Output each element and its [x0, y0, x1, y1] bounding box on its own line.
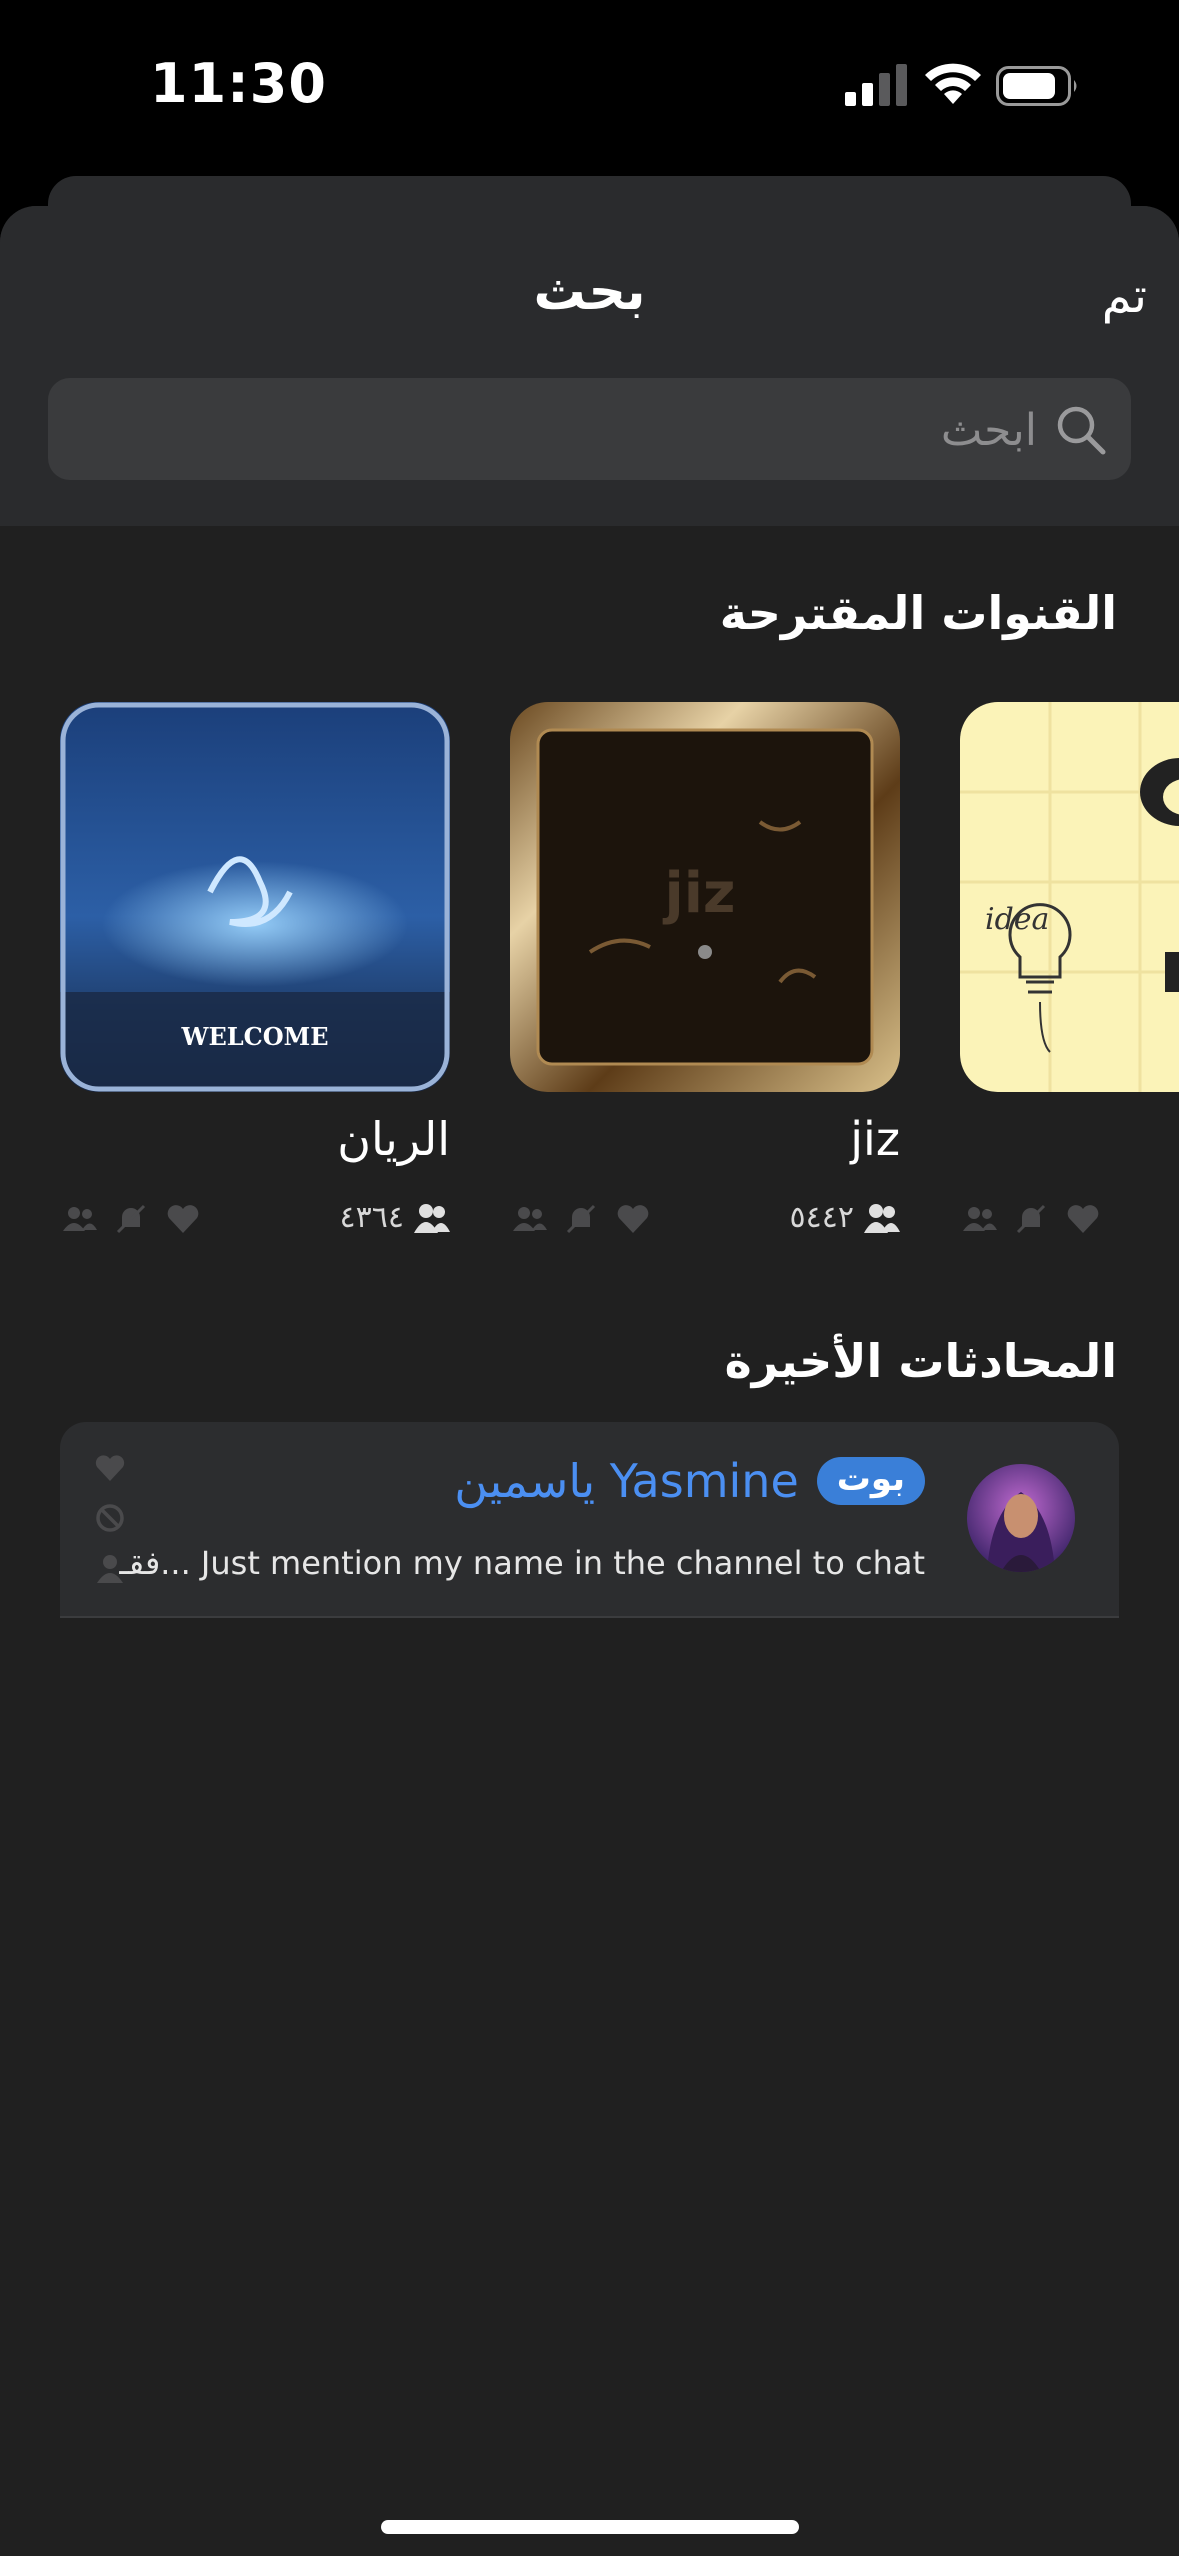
heart-icon	[617, 1205, 649, 1233]
search-sheet: بحث تم القنوات المقترحة	[0, 206, 1179, 2556]
member-count: ٤٣٦٤	[340, 1200, 450, 1235]
chat-title-row: بوت Yasmine ياسمين	[454, 1454, 925, 1508]
chat-row-yasmine[interactable]: بوت Yasmine ياسمين فقـ... Just mention m…	[60, 1422, 1119, 1618]
member-count: ٥٤٤٢	[790, 1200, 900, 1235]
suggested-channels-title: القنوات المقترحة	[719, 586, 1117, 640]
avatar	[967, 1464, 1075, 1572]
thumbnail-caption: idea	[985, 902, 1050, 937]
user-icon[interactable]	[94, 1552, 126, 1584]
members-icon	[414, 1203, 450, 1233]
thumbnail-caption: WELCOME	[181, 1022, 329, 1051]
channel-thumbnail[interactable]: WELCOME	[60, 702, 450, 1092]
search-icon	[1057, 406, 1106, 455]
channel-stats	[960, 1200, 1179, 1240]
channel-name: الريان	[337, 1112, 450, 1166]
status-bar: 11:30	[0, 0, 1179, 170]
channel-card-idea[interactable]: idea	[960, 702, 1179, 1262]
member-count-value: ٥٤٤٢	[789, 1200, 854, 1235]
recent-chats-title: المحادثات الأخيرة	[724, 1334, 1117, 1388]
member-count-value: ٤٣٦٤	[339, 1200, 404, 1235]
done-button[interactable]: تم	[1102, 268, 1147, 324]
sheet-header: بحث تم	[0, 206, 1179, 526]
heart-icon	[1067, 1205, 1099, 1233]
channel-thumbnail[interactable]: idea	[960, 702, 1179, 1092]
user-icon	[963, 1207, 997, 1231]
chat-actions	[88, 1452, 134, 1592]
battery-icon	[996, 66, 1077, 106]
user-icon	[63, 1207, 97, 1231]
channel-stats: ٥٤٤٢	[510, 1200, 900, 1240]
mute-bell-icon	[116, 1204, 146, 1234]
status-time: 11:30	[150, 52, 327, 115]
user-icon	[513, 1207, 547, 1231]
wifi-icon	[925, 63, 981, 104]
heart-icon	[167, 1205, 199, 1233]
channel-stats: ٤٣٦٤	[60, 1200, 450, 1240]
mute-bell-icon	[1016, 1204, 1046, 1234]
channel-thumbnail[interactable]: jiz	[510, 702, 900, 1092]
members-icon	[864, 1203, 900, 1233]
page-title: بحث	[533, 262, 646, 322]
chat-name: Yasmine ياسمين	[454, 1454, 799, 1508]
channel-name: jiz	[850, 1112, 900, 1166]
block-icon[interactable]	[94, 1502, 126, 1534]
search-input[interactable]	[135, 396, 1039, 464]
bot-badge: بوت	[816, 1457, 925, 1505]
mute-bell-icon	[566, 1204, 596, 1234]
search-bar[interactable]	[48, 378, 1131, 480]
svg-text:jiz: jiz	[663, 861, 736, 926]
cellular-signal-icon	[845, 64, 907, 106]
home-indicator	[381, 2520, 799, 2534]
chat-preview: فقـ... Just mention my name in the chann…	[119, 1544, 925, 1582]
heart-icon[interactable]	[94, 1452, 126, 1484]
